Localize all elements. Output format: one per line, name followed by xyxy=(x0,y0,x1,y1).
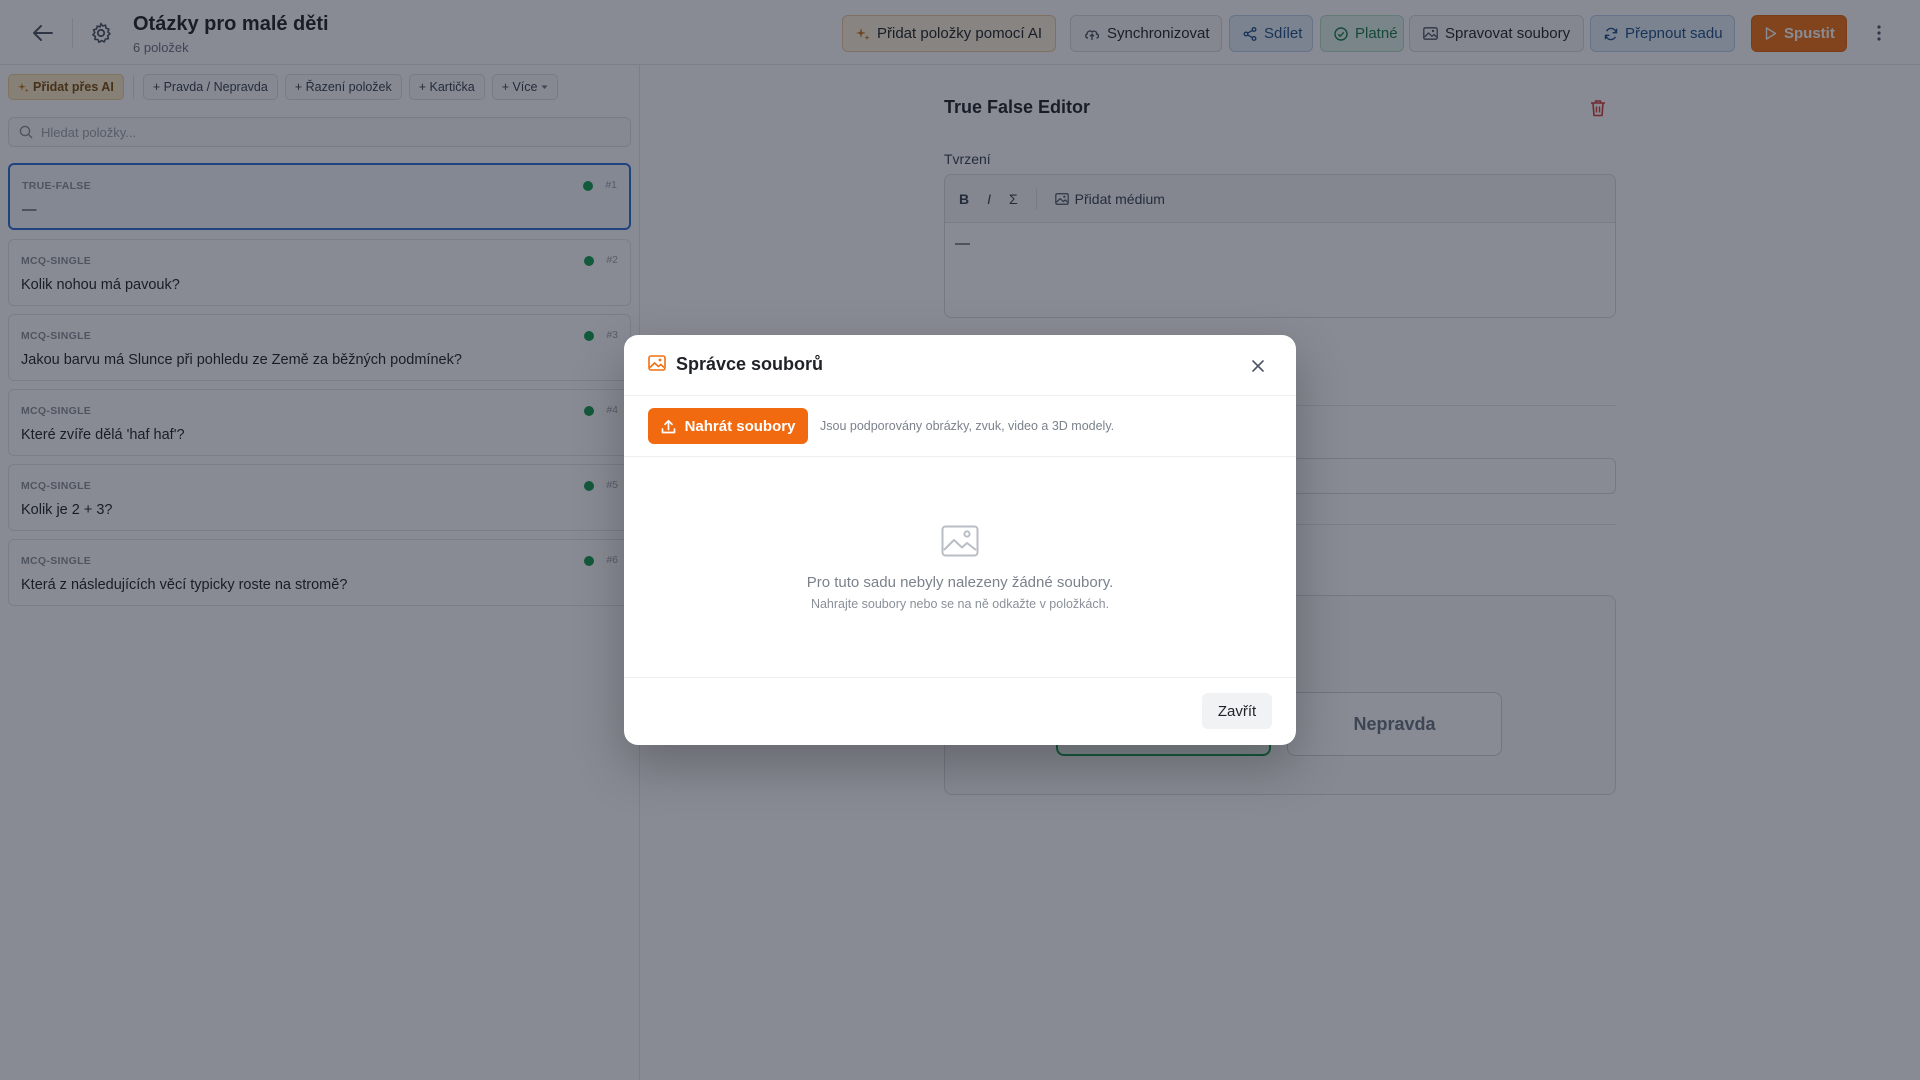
empty-image-icon xyxy=(941,525,979,557)
empty-state-message: Pro tuto sadu nebyly nalezeny žádné soub… xyxy=(806,574,1114,591)
image-icon xyxy=(648,355,666,371)
close-icon[interactable] xyxy=(1246,354,1270,378)
file-manager-dialog: Správce souborů Nahrát soubory Jsou podp… xyxy=(624,335,1296,745)
dialog-title: Správce souborů xyxy=(676,354,824,374)
supported-formats-hint: Jsou podporovány obrázky, zvuk, video a … xyxy=(820,419,1115,433)
dialog-footer: Zavřít xyxy=(624,677,1296,745)
upload-files-label: Nahrát soubory xyxy=(684,417,796,435)
empty-state-hint: Nahrajte soubory nebo se na ně odkažte v… xyxy=(810,597,1110,611)
upload-files-button[interactable]: Nahrát soubory xyxy=(648,408,808,444)
upload-icon xyxy=(661,419,675,433)
dialog-header: Správce souborů xyxy=(624,335,1296,396)
upload-row: Nahrát soubory Jsou podporovány obrázky,… xyxy=(624,396,1296,457)
close-button[interactable]: Zavřít xyxy=(1202,693,1272,729)
